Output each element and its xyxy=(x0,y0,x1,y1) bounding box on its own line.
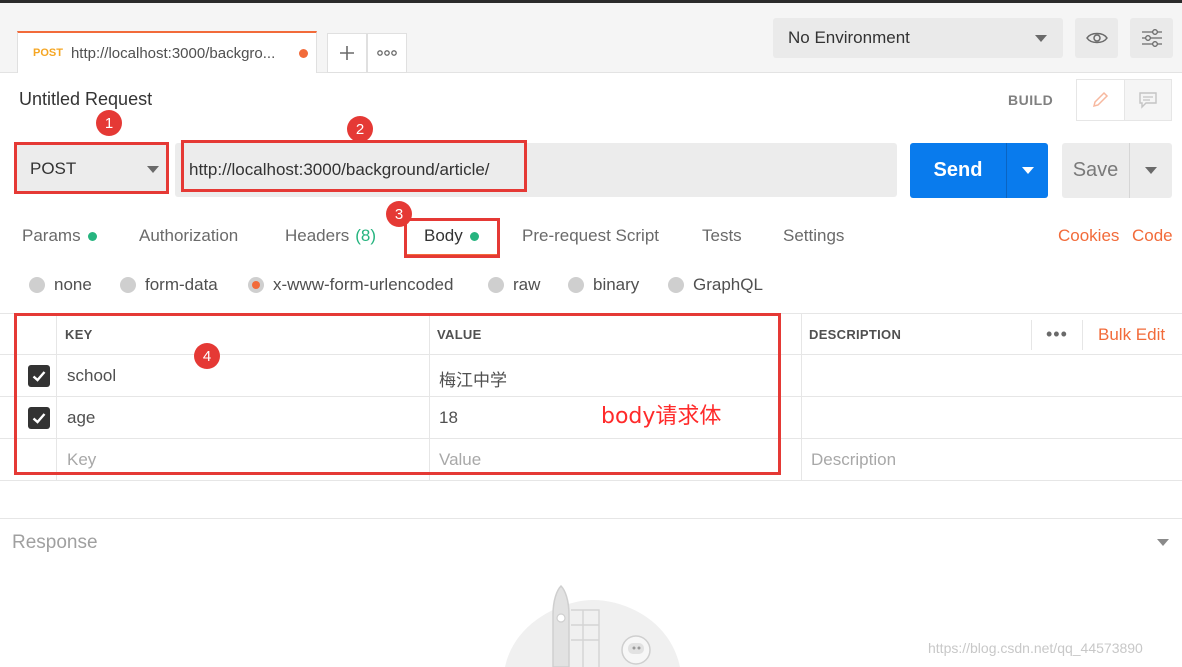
save-button-label: Save xyxy=(1072,159,1119,181)
chevron-down-icon xyxy=(1035,35,1047,42)
tab-prerequest-label: Pre-request Script xyxy=(522,226,659,245)
radio-icon xyxy=(488,277,504,293)
environment-select-value: No Environment xyxy=(788,28,910,47)
tab-headers-label: Headers xyxy=(285,226,350,245)
body-type-label: raw xyxy=(513,275,541,294)
annotation-box-url xyxy=(181,140,527,192)
send-button[interactable]: Send xyxy=(910,143,1048,198)
tab-params-label: Params xyxy=(22,226,81,245)
tab-settings[interactable]: Settings xyxy=(783,226,844,246)
body-type-none[interactable]: none xyxy=(29,275,92,295)
comment-icon xyxy=(1139,92,1157,109)
annotation-box-body-tab xyxy=(404,218,500,258)
eye-icon xyxy=(1085,32,1108,44)
body-type-label: GraphQL xyxy=(693,275,763,294)
tab-prerequest-script[interactable]: Pre-request Script xyxy=(522,226,659,246)
tab-authorization-label: Authorization xyxy=(139,226,239,245)
tab-settings-label: Settings xyxy=(783,226,845,245)
response-label: Response xyxy=(12,532,98,553)
annotation-note: body请求体 xyxy=(601,404,722,429)
response-divider xyxy=(0,518,1182,519)
headers-count: (8) xyxy=(355,226,377,245)
send-options-button[interactable] xyxy=(1007,143,1048,198)
save-options-button[interactable] xyxy=(1130,143,1172,198)
watermark: https://blog.csdn.net/qq_44573890 xyxy=(928,640,1143,656)
radio-icon xyxy=(29,277,45,293)
body-type-urlencoded[interactable]: x-www-form-urlencoded xyxy=(248,275,453,295)
pencil-icon xyxy=(1093,91,1109,108)
bulk-edit-link[interactable]: Bulk Edit xyxy=(1098,325,1165,345)
build-mode-toggle xyxy=(1076,79,1172,121)
comments-button[interactable] xyxy=(1124,80,1171,120)
tab-options-button[interactable] xyxy=(367,33,407,73)
request-tab[interactable]: POST http://localhost:3000/backgro... xyxy=(17,31,317,73)
body-type-label: form-data xyxy=(145,275,218,294)
send-button-label: Send xyxy=(933,159,983,181)
cookies-link[interactable]: Cookies xyxy=(1058,226,1119,246)
environment-select[interactable]: No Environment xyxy=(773,18,1063,58)
body-type-graphql[interactable]: GraphQL xyxy=(668,275,763,295)
annotation-box-body-table xyxy=(14,313,781,475)
request-tab-url: http://localhost:3000/backgro... xyxy=(70,44,276,62)
unsaved-changes-dot xyxy=(299,49,308,58)
manage-environments-button[interactable] xyxy=(1130,18,1173,58)
tab-bar: POST http://localhost:3000/backgro... No… xyxy=(0,3,1182,73)
status-dot xyxy=(87,231,97,241)
annotation-badge-2: 2 xyxy=(347,116,373,142)
body-type-form-data[interactable]: form-data xyxy=(120,275,218,295)
annotation-badge-4: 4 xyxy=(194,343,220,369)
tab-headers[interactable]: Headers (8) xyxy=(285,226,376,246)
chevron-down-icon xyxy=(1145,166,1157,174)
build-label: BUILD xyxy=(1008,92,1054,108)
body-type-raw[interactable]: raw xyxy=(488,275,540,295)
annotation-badge-1: 1 xyxy=(96,110,122,136)
request-tab-method: POST xyxy=(33,47,63,59)
tab-tests[interactable]: Tests xyxy=(702,226,742,246)
tab-params[interactable]: Params xyxy=(22,226,97,246)
chevron-down-icon[interactable] xyxy=(1157,539,1169,546)
new-description-input[interactable]: Description xyxy=(811,450,896,470)
edit-mode-button[interactable] xyxy=(1077,80,1125,120)
table-options-button[interactable]: ••• xyxy=(1046,324,1068,345)
annotation-badge-3: 3 xyxy=(386,201,412,227)
body-type-label: x-www-form-urlencoded xyxy=(273,275,454,294)
radio-icon xyxy=(120,277,136,293)
radio-selected-icon xyxy=(248,277,264,293)
request-title[interactable]: Untitled Request xyxy=(19,89,152,110)
more-icon xyxy=(377,50,397,56)
rocket-illustration xyxy=(505,584,680,667)
radio-icon xyxy=(668,277,684,293)
new-tab-button[interactable] xyxy=(327,33,367,73)
environment-quick-look-button[interactable] xyxy=(1075,18,1118,58)
tab-authorization[interactable]: Authorization xyxy=(139,226,238,246)
chevron-down-icon xyxy=(1021,166,1034,174)
body-type-label: none xyxy=(54,275,92,294)
radio-icon xyxy=(568,277,584,293)
body-type-label: binary xyxy=(593,275,640,294)
body-type-binary[interactable]: binary xyxy=(568,275,639,295)
save-button[interactable]: Save xyxy=(1062,143,1172,198)
plus-icon xyxy=(340,46,354,60)
annotation-box-method xyxy=(14,142,169,194)
tab-tests-label: Tests xyxy=(702,226,742,245)
description-column-header: DESCRIPTION xyxy=(809,327,902,342)
sliders-icon xyxy=(1141,29,1162,47)
code-link[interactable]: Code xyxy=(1132,226,1173,246)
